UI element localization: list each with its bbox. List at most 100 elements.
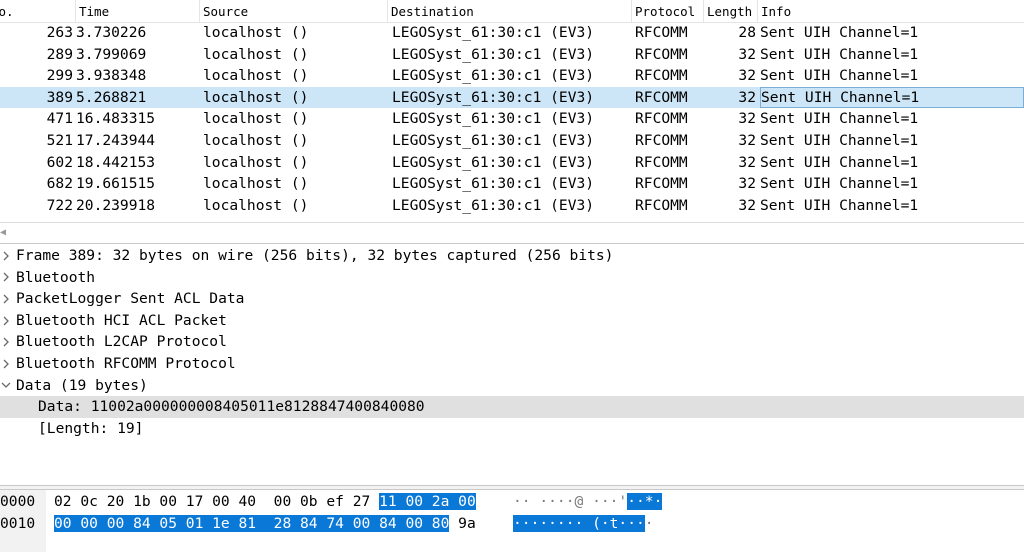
cell-protocol: RFCOMM — [635, 175, 688, 193]
cell-time: 3.799069 — [76, 45, 147, 63]
cell-protocol: RFCOMM — [635, 110, 688, 128]
cell-source: localhost () — [203, 153, 309, 171]
hex-ascii[interactable]: ·· ····@ ···'··*· — [513, 490, 663, 514]
detail-tree-label: Data (19 bytes) — [16, 376, 148, 394]
hex-row[interactable]: 0010 00 00 00 84 05 01 1e 81 28 84 74 00 … — [0, 512, 1024, 534]
cell-length: 32 — [738, 153, 756, 171]
table-row[interactable]: 299 3.938348 localhost () LEGOSyst_61:30:c1… — [0, 65, 1024, 87]
table-row[interactable]: 471 16.483315 localhost () LEGOSyst_61:30:c… — [0, 108, 1024, 130]
cell-info: Sent UIH Channel=1 — [760, 24, 919, 41]
detail-tree-label: Bluetooth HCI ACL Packet — [16, 311, 227, 329]
cell-destination: LEGOSyst_61:30:c1 (EV3) — [392, 45, 595, 63]
cell-length: 32 — [738, 110, 756, 128]
detail-tree-label: Frame 389: 32 bytes on wire (256 bits), … — [16, 247, 614, 264]
table-row[interactable]: 263 3.730226 localhost () LEGOSyst_61:30:c1… — [0, 22, 1024, 44]
chevron-right-icon[interactable] — [0, 267, 12, 289]
hex-offset: 0000 — [0, 493, 36, 510]
column-header-length[interactable]: Length — [704, 0, 758, 22]
cell-no: 602 — [46, 153, 73, 171]
cell-destination: LEGOSyst_61:30:c1 (EV3) — [392, 131, 595, 149]
cell-source: localhost () — [203, 131, 309, 149]
cell-info: Sent UIH Channel=1 — [760, 110, 919, 128]
packet-list-pane: No. Time Source Destination Protocol Len… — [0, 0, 1024, 222]
cell-no: 682 — [46, 175, 73, 193]
detail-tree-item[interactable]: Bluetooth — [0, 267, 1024, 289]
detail-tree-item[interactable]: PacketLogger Sent ACL Data — [0, 288, 1024, 310]
cell-time: 19.661515 — [76, 175, 156, 193]
chevron-right-icon[interactable] — [0, 310, 12, 332]
detail-tree-item[interactable]: Bluetooth L2CAP Protocol — [0, 331, 1024, 353]
cell-protocol: RFCOMM — [635, 45, 688, 63]
chevron-right-icon[interactable] — [0, 245, 12, 267]
cell-info: Sent UIH Channel=1 — [760, 196, 919, 214]
pane-splitter-top[interactable]: ◀ — [0, 222, 1024, 244]
column-header-source[interactable]: Source — [200, 0, 388, 22]
detail-tree-item[interactable]: Data (19 bytes) — [0, 375, 1024, 397]
table-row[interactable]: 389 5.268821 localhost () LEGOSyst_61:30:c1… — [0, 86, 1024, 109]
hex-ascii-highlighted: ········ (·t··· — [513, 515, 645, 532]
chevron-right-icon[interactable] — [0, 353, 12, 375]
cell-protocol: RFCOMM — [635, 67, 688, 85]
hex-ascii-plain: ·· ····@ ···' — [513, 493, 628, 510]
detail-tree-label: Bluetooth — [16, 268, 96, 286]
cell-no: 722 — [46, 196, 73, 214]
table-row[interactable]: 521 17.243944 localhost () LEGOSyst_61:30:c… — [0, 130, 1024, 152]
column-header-destination[interactable]: Destination — [388, 0, 632, 22]
chevron-down-icon[interactable] — [0, 375, 12, 397]
table-row[interactable]: 682 19.661515 localhost () LEGOSyst_61:30:c… — [0, 173, 1024, 195]
detail-tree-label: Bluetooth L2CAP Protocol — [16, 333, 227, 351]
column-header-info[interactable]: Info — [758, 0, 1024, 22]
cell-destination: LEGOSyst_61:30:c1 (EV3) — [392, 153, 595, 171]
cell-protocol: RFCOMM — [635, 153, 688, 171]
table-row[interactable]: 289 3.799069 localhost () LEGOSyst_61:30:c1… — [0, 44, 1024, 66]
cell-no: 299 — [46, 67, 73, 85]
cell-time: 3.730226 — [76, 24, 147, 41]
hex-offset: 0010 — [0, 515, 36, 532]
chevron-right-icon[interactable] — [0, 288, 12, 310]
column-header-no[interactable]: No. — [0, 0, 76, 22]
cell-no: 471 — [46, 110, 73, 128]
cell-destination: LEGOSyst_61:30:c1 (EV3) — [392, 67, 595, 85]
cell-no: 289 — [46, 45, 73, 63]
hex-bytes[interactable]: 02 0c 20 1b 00 17 00 40 00 0b ef 27 11 0… — [54, 490, 476, 514]
cell-destination: LEGOSyst_61:30:c1 (EV3) — [392, 88, 595, 106]
packet-list-header: No. Time Source Destination Protocol Len… — [0, 0, 1024, 23]
cell-source: localhost () — [203, 88, 309, 106]
hex-bytes-plain: 02 0c 20 1b 00 17 00 40 00 0b ef 27 — [54, 493, 380, 510]
cell-destination: LEGOSyst_61:30:c1 (EV3) — [392, 175, 595, 193]
cell-info: Sent UIH Channel=1 — [760, 45, 919, 63]
hex-ascii[interactable]: ········ (·t···· — [513, 512, 654, 536]
cell-time: 20.239918 — [76, 196, 156, 214]
splitter-handle-icon: ◀ — [0, 227, 7, 238]
cell-time: 17.243944 — [76, 131, 156, 149]
hex-bytes-highlighted: 00 00 00 84 05 01 1e 81 28 84 74 00 84 0… — [54, 515, 450, 532]
cell-source: localhost () — [203, 175, 309, 193]
detail-tree-item[interactable]: Data: 11002a000000008405011e812884740084… — [0, 396, 1024, 418]
table-row[interactable]: 602 18.442153 localhost () LEGOSyst_61:30:c… — [0, 152, 1024, 174]
detail-tree-item[interactable]: [Length: 19] — [0, 418, 1024, 440]
cell-length: 32 — [738, 88, 756, 106]
cell-no: 521 — [46, 131, 73, 149]
cell-source: localhost () — [203, 196, 309, 214]
cell-time: 5.268821 — [76, 88, 147, 106]
cell-destination: LEGOSyst_61:30:c1 (EV3) — [392, 196, 595, 214]
chevron-right-icon[interactable] — [0, 331, 12, 353]
cell-info: Sent UIH Channel=1 — [760, 67, 919, 85]
detail-tree-item[interactable]: Frame 389: 32 bytes on wire (256 bits), … — [0, 245, 1024, 267]
table-row[interactable]: 722 20.239918 localhost () LEGOSyst_61:30:c… — [0, 195, 1024, 217]
detail-tree-label: [Length: 19] — [38, 419, 144, 437]
detail-tree-item[interactable]: Bluetooth RFCOMM Protocol — [0, 353, 1024, 375]
cell-time: 16.483315 — [76, 110, 156, 128]
hex-ascii-plain: · — [644, 515, 654, 532]
detail-tree-item[interactable]: Bluetooth HCI ACL Packet — [0, 310, 1024, 332]
column-header-protocol[interactable]: Protocol — [632, 0, 704, 22]
cell-protocol: RFCOMM — [635, 196, 688, 214]
hex-row[interactable]: 0000 02 0c 20 1b 00 17 00 40 00 0b ef 27 … — [0, 490, 1024, 512]
hex-bytes-highlighted: 11 00 2a 00 — [379, 493, 476, 510]
cell-source: localhost () — [203, 67, 309, 85]
hex-bytes[interactable]: 00 00 00 84 05 01 1e 81 28 84 74 00 84 0… — [54, 512, 476, 536]
column-header-time[interactable]: Time — [76, 0, 200, 22]
cell-length: 32 — [738, 45, 756, 63]
cell-length: 28 — [738, 24, 756, 41]
cell-protocol: RFCOMM — [635, 24, 688, 41]
